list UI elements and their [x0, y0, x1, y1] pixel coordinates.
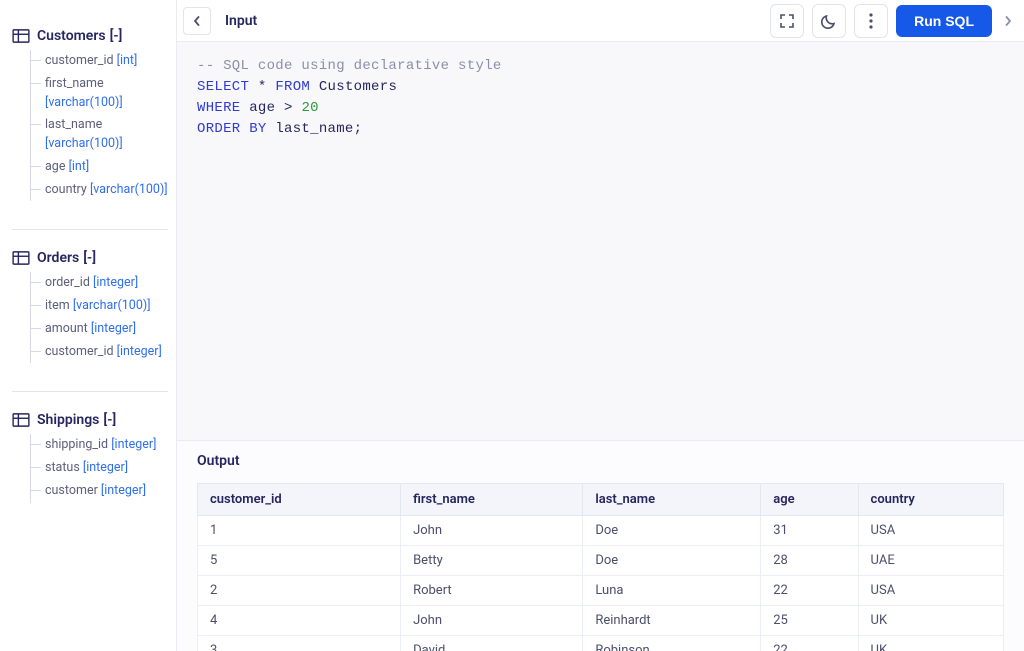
- table-cell: 22: [761, 636, 858, 651]
- schema-table-header[interactable]: Shippings [-]: [12, 412, 176, 428]
- table-cell: Robert: [401, 576, 583, 606]
- fullscreen-button[interactable]: [770, 4, 804, 38]
- table-icon: [12, 413, 30, 427]
- column-item[interactable]: shipping_id [integer]: [31, 434, 176, 457]
- table-cell: 3: [198, 636, 401, 651]
- schema-table-name: Customers: [37, 28, 106, 44]
- column-list: shipping_id [integer] status [integer] c…: [30, 434, 176, 502]
- column-item[interactable]: country [varchar(100)]: [31, 179, 176, 202]
- table-cell: Luna: [583, 576, 761, 606]
- fullscreen-icon: [779, 13, 795, 29]
- column-item[interactable]: customer_id [int]: [31, 50, 176, 73]
- table-cell: Reinhardt: [583, 606, 761, 636]
- more-menu-button[interactable]: [854, 4, 888, 38]
- table-cell: 5: [198, 546, 401, 576]
- table-cell: 28: [761, 546, 858, 576]
- table-cell: 22: [761, 576, 858, 606]
- table-cell: Betty: [401, 546, 583, 576]
- divider: [12, 391, 168, 392]
- table-cell: UK: [858, 606, 1003, 636]
- collapse-toggle[interactable]: [-]: [103, 412, 116, 428]
- table-cell: 2: [198, 576, 401, 606]
- theme-toggle-button[interactable]: [812, 4, 846, 38]
- chevron-right-icon: [1003, 16, 1013, 26]
- schema-table-header[interactable]: Customers [-]: [12, 28, 176, 44]
- moon-icon: [821, 13, 837, 29]
- result-column-header: age: [761, 484, 858, 516]
- column-item[interactable]: order_id [integer]: [31, 272, 176, 295]
- sql-editor[interactable]: -- SQL code using declarative styleSELEC…: [177, 42, 1024, 440]
- chevron-left-icon: [192, 16, 202, 26]
- run-sql-button[interactable]: Run SQL: [896, 5, 992, 37]
- column-item[interactable]: amount [integer]: [31, 318, 176, 341]
- column-item[interactable]: last_name [varchar(100)]: [31, 114, 176, 156]
- column-item[interactable]: age [int]: [31, 156, 176, 179]
- table-cell: Doe: [583, 546, 761, 576]
- table-cell: Robinson: [583, 636, 761, 651]
- expand-right-button[interactable]: [998, 0, 1018, 42]
- column-item[interactable]: first_name[varchar(100)]: [31, 73, 176, 115]
- table-cell: 1: [198, 516, 401, 546]
- table-cell: UK: [858, 636, 1003, 651]
- table-cell: Doe: [583, 516, 761, 546]
- output-label: Output: [197, 453, 1004, 469]
- result-column-header: last_name: [583, 484, 761, 516]
- collapse-toggle[interactable]: [-]: [110, 28, 123, 44]
- output-section: Output customer_idfirst_namelast_nameage…: [177, 440, 1024, 651]
- table-cell: John: [401, 606, 583, 636]
- table-cell: David: [401, 636, 583, 651]
- table-cell: 25: [761, 606, 858, 636]
- schema-table-name: Orders: [37, 250, 79, 266]
- table-row[interactable]: 1JohnDoe31USA: [198, 516, 1004, 546]
- table-icon: [12, 29, 30, 43]
- table-row[interactable]: 5BettyDoe28UAE: [198, 546, 1004, 576]
- column-item[interactable]: customer [integer]: [31, 480, 176, 503]
- column-item[interactable]: item [varchar(100)]: [31, 295, 176, 318]
- column-item[interactable]: status [integer]: [31, 457, 176, 480]
- schema-table-orders: Orders [-] order_id [integer] item [varc…: [12, 250, 176, 363]
- table-cell: John: [401, 516, 583, 546]
- schema-table-header[interactable]: Orders [-]: [12, 250, 176, 266]
- result-column-header: first_name: [401, 484, 583, 516]
- schema-table-name: Shippings: [37, 412, 99, 428]
- result-column-header: customer_id: [198, 484, 401, 516]
- main-panel: Input Run SQL -- SQL code using declarat…: [176, 0, 1024, 651]
- schema-sidebar: Customers [-] customer_id [int] first_na…: [0, 0, 176, 651]
- schema-table-customers: Customers [-] customer_id [int] first_na…: [12, 28, 176, 201]
- result-header-row: customer_idfirst_namelast_nameagecountry: [198, 484, 1004, 516]
- table-cell: UAE: [858, 546, 1003, 576]
- result-column-header: country: [858, 484, 1003, 516]
- table-cell: USA: [858, 576, 1003, 606]
- column-item[interactable]: customer_id [integer]: [31, 341, 176, 364]
- table-row[interactable]: 4JohnReinhardt25UK: [198, 606, 1004, 636]
- table-row[interactable]: 2RobertLuna22USA: [198, 576, 1004, 606]
- table-icon: [12, 251, 30, 265]
- collapse-toggle[interactable]: [-]: [83, 250, 96, 266]
- column-list: order_id [integer] item [varchar(100)] a…: [30, 272, 176, 363]
- result-body: 1JohnDoe31USA5BettyDoe28UAE2RobertLuna22…: [198, 516, 1004, 651]
- toolbar: Input Run SQL: [177, 0, 1024, 42]
- schema-table-shippings: Shippings [-] shipping_id [integer] stat…: [12, 412, 176, 502]
- table-cell: USA: [858, 516, 1003, 546]
- divider: [12, 229, 168, 230]
- more-vertical-icon: [869, 13, 873, 29]
- table-row[interactable]: 3DavidRobinson22UK: [198, 636, 1004, 651]
- table-cell: 31: [761, 516, 858, 546]
- result-table: customer_idfirst_namelast_nameagecountry…: [197, 483, 1004, 651]
- collapse-sidebar-button[interactable]: [183, 7, 211, 35]
- input-label: Input: [217, 13, 265, 29]
- column-list: customer_id [int] first_name[varchar(100…: [30, 50, 176, 201]
- table-cell: 4: [198, 606, 401, 636]
